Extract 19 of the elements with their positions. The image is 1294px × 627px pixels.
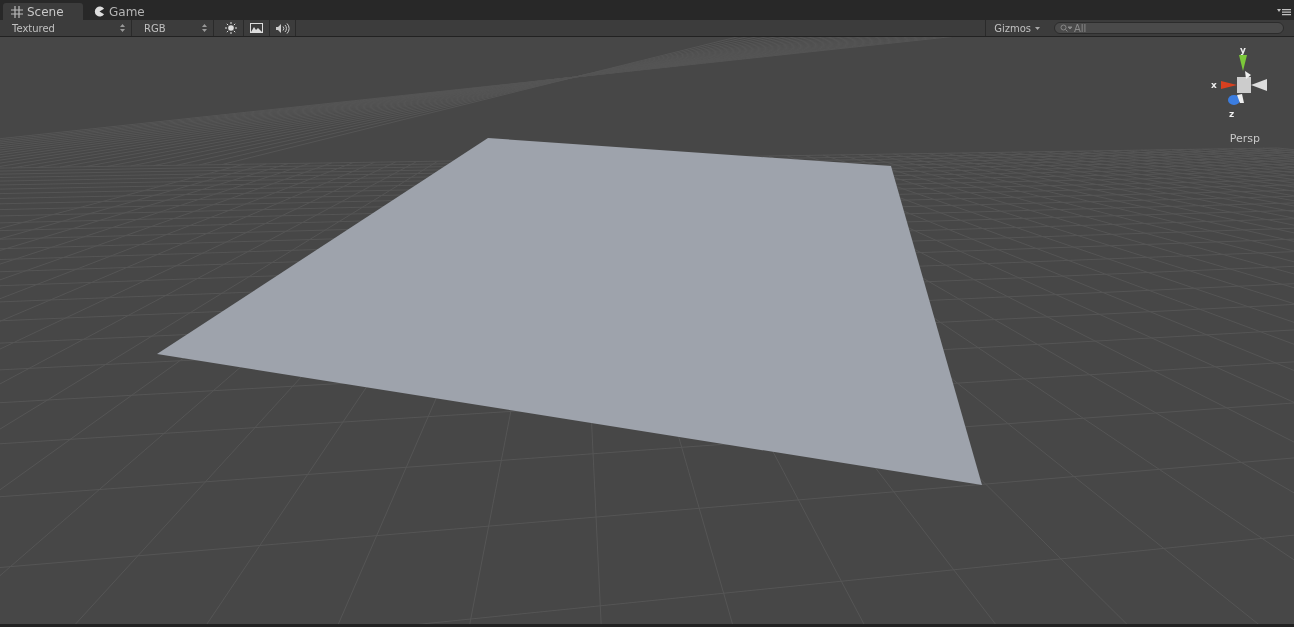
pacman-icon — [94, 6, 105, 17]
tab[interactable]: Scene — [3, 3, 83, 20]
projection-label: Persp — [1229, 132, 1260, 145]
y-axis-label: y — [1240, 45, 1246, 55]
image-icon — [250, 23, 263, 33]
stepper-icon — [202, 24, 207, 32]
speaker-icon — [275, 22, 290, 34]
search-field[interactable]: All — [1054, 22, 1284, 34]
caret-icon — [1035, 26, 1040, 30]
search-input[interactable]: All — [1074, 22, 1254, 34]
grid-icon — [11, 5, 23, 18]
search-icon — [1060, 24, 1072, 32]
sun-icon — [224, 22, 237, 34]
z-axis-label: z — [1229, 109, 1235, 119]
tab[interactable]: Game — [86, 3, 166, 20]
stepper-icon — [120, 24, 125, 32]
menu-icon[interactable] — [1277, 8, 1291, 16]
x-axis-label: x — [1211, 80, 1217, 90]
axis-gizmo-drawing — [1221, 55, 1267, 105]
